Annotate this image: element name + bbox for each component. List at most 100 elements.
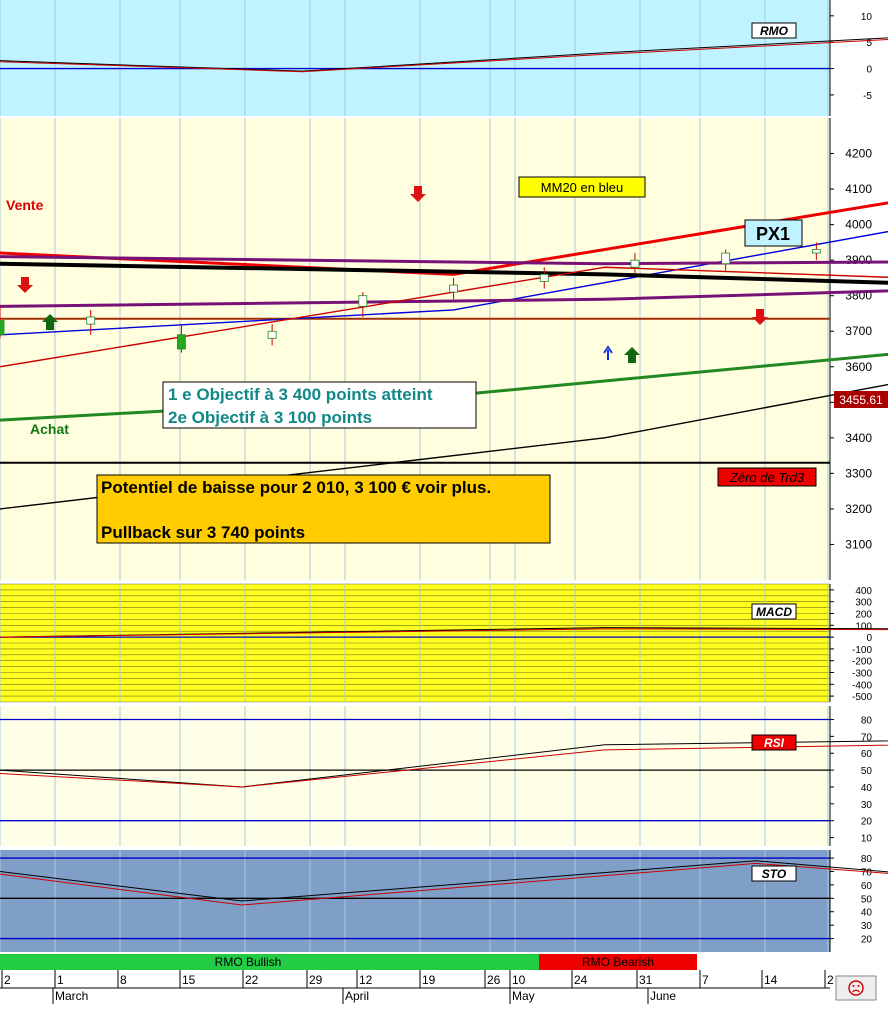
y-tick-label: 60 — [861, 749, 873, 760]
month-label: March — [55, 989, 88, 1003]
y-tick-label: 300 — [855, 598, 872, 609]
y-tick-label: 5 — [866, 38, 872, 49]
panel-label: RSI — [764, 736, 785, 750]
y-tick-label: 400 — [855, 586, 872, 597]
candle-body — [449, 284, 458, 293]
y-tick-label: -400 — [852, 680, 872, 691]
date-tick-label: 7 — [702, 973, 709, 987]
panel-label: STO — [762, 867, 787, 881]
panel-background — [0, 850, 830, 952]
rmo-bearish-label: RMO Bearish — [582, 955, 654, 969]
panel-px1: 4200410040003900380037003600350034003300… — [0, 118, 888, 580]
potential-text: Potentiel de baisse pour 2 010, 3 100 € … — [101, 478, 491, 497]
y-tick-label: 70 — [861, 867, 873, 878]
y-tick-label: 100 — [855, 621, 872, 632]
y-tick-label: 70 — [861, 732, 873, 743]
month-label: June — [650, 989, 676, 1003]
y-tick-label: 0 — [866, 65, 872, 76]
candle-body — [358, 295, 368, 307]
px1-label: PX1 — [756, 224, 790, 244]
candle-body — [0, 320, 5, 336]
axis-background — [830, 706, 888, 846]
y-tick-label: 3600 — [845, 360, 872, 374]
panel-rsi: 80 70 60 50 40 30 20 10 RSI — [0, 706, 888, 846]
eye-icon — [852, 985, 855, 987]
y-tick-label: -300 — [852, 669, 872, 680]
date-tick-label: 15 — [182, 973, 196, 987]
month-label: May — [512, 989, 535, 1003]
zero-trd3-label: Zéro de Trd3 — [729, 470, 805, 485]
achat-label: Achat — [30, 421, 69, 437]
date-tick-label: 22 — [245, 973, 259, 987]
date-tick-label: 26 — [487, 973, 501, 987]
y-tick-label: 3100 — [845, 537, 872, 551]
date-tick-label: 8 — [120, 973, 127, 987]
date-tick-label: 2 — [4, 973, 11, 987]
objective-2-text: 2e Objectif à 3 100 points — [168, 408, 372, 427]
y-tick-label: 0 — [866, 633, 872, 644]
eye-icon — [857, 985, 860, 987]
axis-background — [830, 0, 888, 116]
y-tick-label: 3300 — [845, 466, 872, 480]
vente-label: Vente — [6, 197, 44, 213]
empty-bar — [697, 954, 830, 970]
y-tick-label: 200 — [855, 610, 872, 621]
candle-body — [721, 252, 731, 265]
y-tick-label: 30 — [861, 921, 873, 932]
chart-svg: 1050-5RMO4200410040003900380037003600350… — [0, 0, 888, 1008]
date-tick-label: 14 — [764, 973, 778, 987]
month-label: April — [345, 989, 369, 1003]
y-tick-label: 4000 — [845, 218, 872, 232]
pullback-text: Pullback sur 3 740 points — [101, 523, 305, 542]
y-tick-label: 50 — [861, 894, 873, 905]
panel-background — [0, 0, 830, 116]
date-tick-label: 19 — [422, 973, 436, 987]
y-tick-label: 80 — [861, 715, 873, 726]
y-tick-label: 20 — [861, 817, 873, 828]
rmo-bullish-label: RMO Bullish — [215, 955, 282, 969]
panel-sto: 80 70 60 50 40 30 20 STO — [0, 850, 888, 952]
panel-rmo: 10 5 0 -5 RMO — [0, 0, 888, 116]
date-tick-label: 29 — [309, 973, 323, 987]
y-tick-label: 40 — [861, 783, 873, 794]
y-tick-label: 40 — [861, 908, 873, 919]
y-tick-label: 4100 — [845, 182, 872, 196]
y-tick-label: 20 — [861, 935, 873, 946]
date-tick-label: 12 — [359, 973, 373, 987]
candle-body — [630, 259, 640, 268]
date-tick-label: 24 — [574, 973, 588, 987]
panel-label: MACD — [756, 605, 792, 619]
chart-stage: 1050-5RMO4200410040003900380037003600350… — [0, 0, 888, 1008]
candle-body — [811, 249, 821, 254]
panel-label: RMO — [760, 24, 789, 38]
candle-body — [539, 273, 549, 282]
y-tick-label: 80 — [861, 854, 873, 865]
y-tick-label: -5 — [863, 91, 872, 102]
y-tick-label: -100 — [852, 645, 872, 656]
panel-background — [0, 706, 830, 846]
y-tick-label: 4200 — [845, 147, 872, 161]
y-tick-label: 10 — [861, 12, 873, 23]
date-tick-label: 10 — [512, 973, 526, 987]
y-tick-label: 30 — [861, 800, 873, 811]
axis-background — [830, 850, 888, 952]
y-tick-label: 3400 — [845, 431, 872, 445]
y-tick-label: -500 — [852, 692, 872, 703]
panel-macd: 4003002001000-100-200-300-400-500 MACD — [0, 583, 888, 703]
date-tick-label: 2 — [827, 973, 834, 987]
y-tick-label: 10 — [861, 834, 873, 845]
date-axis: RMO Bullish RMO Bearish 2 1 8 15 22 29 12 19 26 10 2… — [0, 952, 888, 1008]
candle-body — [86, 316, 96, 325]
y-tick-label: 3200 — [845, 502, 872, 516]
mm20-label: MM20 en bleu — [541, 180, 623, 195]
objective-1-text: 1 e Objectif à 3 400 points atteint — [168, 385, 433, 404]
y-tick-label: 60 — [861, 881, 873, 892]
candle-body — [267, 330, 277, 339]
frown-button — [835, 975, 877, 1001]
y-tick-label: 3900 — [845, 253, 872, 267]
last-price-label: 3455.61 — [839, 393, 883, 407]
y-tick-label: -200 — [852, 657, 872, 668]
date-tick-label: 1 — [57, 973, 64, 987]
date-tick-label: 31 — [639, 973, 653, 987]
candle-body — [177, 334, 186, 350]
